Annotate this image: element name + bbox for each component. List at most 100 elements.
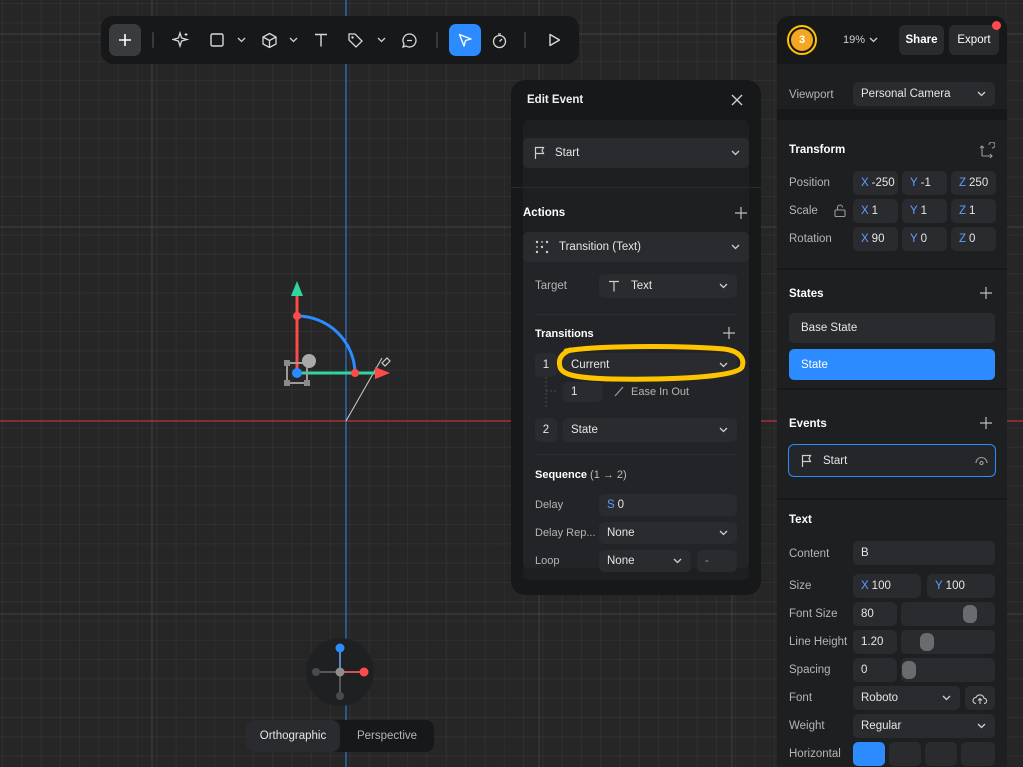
weight-select[interactable]: Regular bbox=[853, 714, 995, 738]
add-transition-plus-icon[interactable] bbox=[723, 327, 735, 339]
chevron-down-icon bbox=[977, 91, 986, 97]
trigger-select[interactable]: Start bbox=[523, 138, 749, 168]
scale-x-input[interactable]: X1 bbox=[853, 199, 898, 223]
chevron-down-icon bbox=[673, 558, 682, 564]
orthographic-option[interactable]: Orthographic bbox=[246, 720, 340, 752]
delay-input[interactable]: S 0 bbox=[599, 494, 737, 516]
toolbar-divider bbox=[152, 32, 154, 48]
loop-label: Loop bbox=[535, 555, 560, 567]
spacing-slider[interactable] bbox=[901, 658, 995, 682]
align-right-button[interactable] bbox=[925, 742, 957, 766]
square-icon bbox=[210, 33, 224, 47]
select-tool-button[interactable] bbox=[449, 24, 481, 56]
size-x-input[interactable]: X 100 bbox=[853, 574, 921, 598]
shape-button[interactable] bbox=[201, 24, 233, 56]
slider-thumb[interactable] bbox=[902, 661, 916, 679]
line-height-input[interactable]: 1.20 bbox=[853, 630, 897, 654]
easing-value[interactable]: Ease In Out bbox=[631, 386, 689, 398]
target-select[interactable]: Text bbox=[599, 274, 737, 298]
close-button[interactable] bbox=[729, 92, 745, 108]
scale-z-input[interactable]: Z1 bbox=[951, 199, 996, 223]
properties-panel: 3 19% Share Export Viewport Personal Cam… bbox=[777, 16, 1007, 767]
action-value: Transition (Text) bbox=[559, 241, 642, 253]
ai-sparkle-button[interactable] bbox=[165, 24, 197, 56]
add-state-plus-icon[interactable] bbox=[980, 287, 992, 299]
spacing-label: Spacing bbox=[789, 664, 831, 676]
loop-select[interactable]: None bbox=[599, 550, 691, 572]
delay-repeat-select[interactable]: None bbox=[599, 522, 737, 544]
chevron-down-icon bbox=[731, 150, 740, 156]
align-left-button[interactable] bbox=[853, 742, 885, 766]
state-item-selected[interactable]: State bbox=[789, 349, 995, 380]
comment-button[interactable] bbox=[393, 24, 425, 56]
size-y-input[interactable]: Y 100 bbox=[927, 574, 995, 598]
play-button[interactable] bbox=[538, 24, 570, 56]
add-event-plus-icon[interactable] bbox=[980, 417, 992, 429]
horizontal-align-label: Horizontal bbox=[789, 748, 841, 760]
view-navigation-gizmo[interactable] bbox=[306, 638, 374, 706]
zoom-value: 19% bbox=[843, 34, 866, 46]
user-avatar[interactable]: 3 bbox=[787, 25, 817, 55]
scale-label: Scale bbox=[789, 205, 818, 217]
font-size-label: Font Size bbox=[789, 608, 838, 620]
text-tool-button[interactable] bbox=[305, 24, 337, 56]
rotation-z-input[interactable]: Z0 bbox=[951, 227, 996, 251]
timer-icon bbox=[492, 32, 506, 48]
comment-icon bbox=[401, 32, 417, 48]
zoom-control[interactable]: 19% bbox=[843, 32, 878, 48]
chevron-down-icon bbox=[942, 695, 951, 701]
state-item-base[interactable]: Base State bbox=[789, 313, 995, 343]
slider-thumb[interactable] bbox=[963, 605, 977, 623]
transition-2-value: State bbox=[571, 424, 598, 436]
export-button[interactable]: Export bbox=[949, 25, 999, 55]
position-x-input[interactable]: X -250 bbox=[853, 171, 898, 195]
slider-thumb[interactable] bbox=[920, 633, 934, 651]
rotation-y-input[interactable]: Y0 bbox=[902, 227, 947, 251]
spacing-input[interactable]: 0 bbox=[853, 658, 897, 682]
transition-2-select[interactable]: State bbox=[563, 418, 737, 442]
material-dropdown-caret[interactable] bbox=[375, 24, 387, 56]
divider bbox=[535, 454, 737, 455]
upload-font-button[interactable] bbox=[965, 686, 995, 710]
flag-icon bbox=[801, 454, 812, 467]
divider bbox=[511, 187, 761, 188]
material-button[interactable] bbox=[339, 24, 371, 56]
object-button[interactable] bbox=[253, 24, 285, 56]
loop-count-input[interactable]: - bbox=[697, 550, 737, 572]
transform-gizmo[interactable] bbox=[270, 270, 400, 430]
object-dropdown-caret[interactable] bbox=[287, 24, 299, 56]
line-height-slider[interactable] bbox=[901, 630, 995, 654]
unlock-icon[interactable] bbox=[834, 204, 846, 217]
share-button[interactable]: Share bbox=[899, 25, 944, 55]
add-button[interactable] bbox=[109, 24, 141, 56]
font-select[interactable]: Roboto bbox=[853, 686, 960, 710]
viewport-select[interactable]: Personal Camera bbox=[853, 82, 995, 106]
cube-icon bbox=[261, 32, 277, 48]
events-section: Events Start bbox=[777, 390, 1007, 498]
font-size-input[interactable]: 80 bbox=[853, 602, 897, 626]
position-z-input[interactable]: Z 250 bbox=[951, 171, 996, 195]
content-label: Content bbox=[789, 548, 830, 560]
add-action-plus-icon[interactable] bbox=[735, 207, 747, 219]
reset-transform-icon[interactable] bbox=[979, 142, 995, 158]
avatar-initial: 3 bbox=[798, 34, 806, 46]
shape-dropdown-caret[interactable] bbox=[235, 24, 247, 56]
action-select[interactable]: Transition (Text) bbox=[523, 232, 749, 262]
states-title: States bbox=[789, 288, 824, 300]
rotation-x-input[interactable]: X 90 bbox=[853, 227, 898, 251]
toolbar-divider bbox=[436, 32, 438, 48]
delay-label: Delay bbox=[535, 499, 564, 511]
position-y-input[interactable]: Y -1 bbox=[902, 171, 947, 195]
main-toolbar bbox=[101, 16, 579, 64]
align-justify-button[interactable] bbox=[961, 742, 995, 766]
perspective-option[interactable]: Perspective bbox=[340, 720, 434, 752]
content-input[interactable]: B bbox=[853, 541, 995, 565]
font-label: Font bbox=[789, 692, 813, 704]
duration-input[interactable]: 1 bbox=[563, 382, 603, 402]
event-item-start[interactable]: Start bbox=[788, 444, 996, 477]
timer-button[interactable] bbox=[483, 24, 515, 56]
cloud-upload-icon bbox=[972, 693, 988, 704]
scale-y-input[interactable]: Y1 bbox=[902, 199, 947, 223]
align-center-button[interactable] bbox=[889, 742, 921, 766]
font-size-slider[interactable] bbox=[901, 602, 995, 626]
